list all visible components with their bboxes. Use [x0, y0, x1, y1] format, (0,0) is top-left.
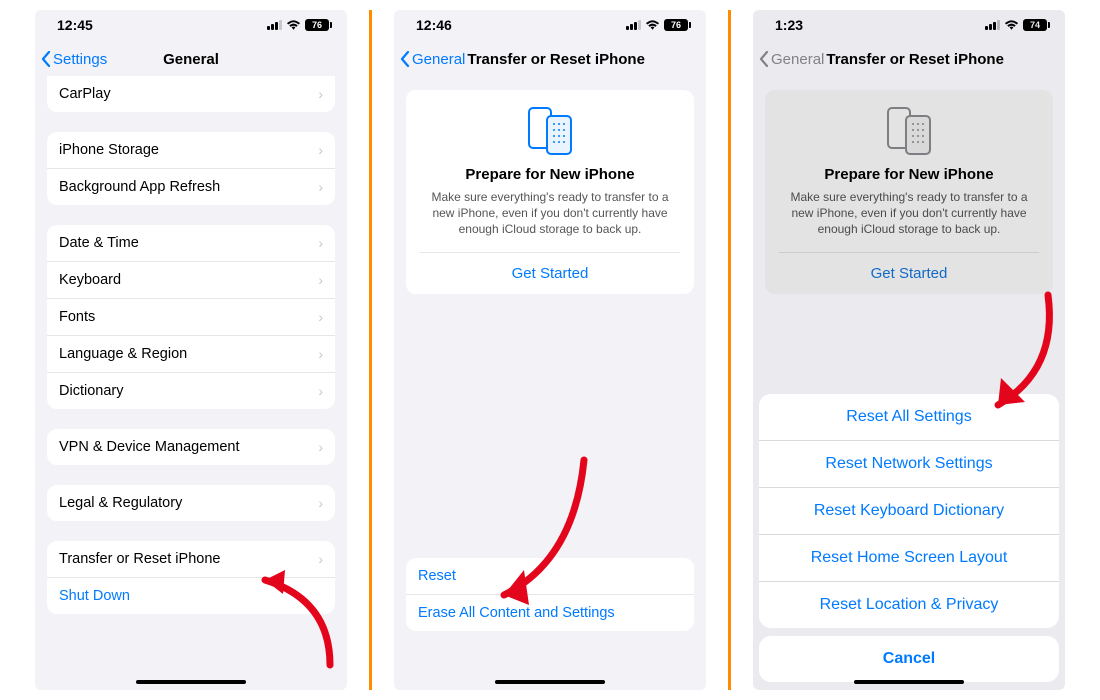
chevron-right-icon: ›	[318, 495, 323, 511]
status-time: 12:45	[57, 17, 93, 33]
back-button: General	[759, 51, 824, 68]
wifi-icon	[645, 19, 660, 31]
nav-bar: General Transfer or Reset iPhone	[753, 38, 1065, 80]
option-reset-home-screen-layout[interactable]: Reset Home Screen Layout	[759, 535, 1059, 582]
screen-general-settings: 12:45 76 Settings General CarPlay› iPhon…	[35, 10, 347, 690]
group-legal: Legal & Regulatory›	[47, 485, 335, 521]
group-reset: Transfer or Reset iPhone› Shut Down	[47, 541, 335, 614]
action-sheet-options: Reset All Settings Reset Network Setting…	[759, 394, 1059, 628]
chevron-right-icon: ›	[318, 346, 323, 362]
row-reset[interactable]: Reset	[406, 558, 694, 595]
action-sheet: Reset All Settings Reset Network Setting…	[759, 394, 1059, 682]
group-localization: Date & Time› Keyboard› Fonts› Language &…	[47, 225, 335, 409]
chevron-right-icon: ›	[318, 383, 323, 399]
prepare-illustration-icon	[779, 106, 1039, 156]
card-body: Make sure everything's ready to transfer…	[779, 189, 1039, 238]
chevron-left-icon	[400, 51, 410, 67]
row-iphone-storage[interactable]: iPhone Storage›	[47, 132, 335, 169]
row-erase-all[interactable]: Erase All Content and Settings	[406, 595, 694, 631]
get-started-button[interactable]: Get Started	[420, 252, 680, 294]
chevron-right-icon: ›	[318, 235, 323, 251]
chevron-right-icon: ›	[318, 309, 323, 325]
nav-title: Transfer or Reset iPhone	[824, 51, 1004, 68]
cellular-signal-icon	[625, 20, 641, 30]
back-button[interactable]: Settings	[41, 51, 107, 68]
row-shut-down[interactable]: Shut Down	[47, 578, 335, 614]
option-reset-all-settings[interactable]: Reset All Settings	[759, 394, 1059, 441]
back-label: General	[771, 51, 824, 68]
status-bar: 12:45 76	[35, 10, 347, 38]
group-vpn: VPN & Device Management›	[47, 429, 335, 465]
back-button[interactable]: General	[400, 51, 465, 68]
row-carplay[interactable]: CarPlay›	[47, 76, 335, 112]
row-legal-regulatory[interactable]: Legal & Regulatory›	[47, 485, 335, 521]
option-reset-network-settings[interactable]: Reset Network Settings	[759, 441, 1059, 488]
group-reset-options: Reset Erase All Content and Settings	[406, 558, 694, 631]
chevron-right-icon: ›	[318, 439, 323, 455]
dimmed-background: 1:23 74 General Transfer or Reset iPhone…	[753, 10, 1065, 294]
chevron-right-icon: ›	[318, 86, 323, 102]
status-time: 1:23	[775, 17, 803, 33]
home-indicator[interactable]	[136, 680, 246, 684]
status-right: 74	[984, 19, 1047, 31]
back-label: Settings	[53, 51, 107, 68]
cellular-signal-icon	[266, 20, 282, 30]
status-bar: 12:46 76	[394, 10, 706, 38]
battery-icon: 76	[305, 19, 329, 31]
status-right: 76	[625, 19, 688, 31]
option-reset-keyboard-dictionary[interactable]: Reset Keyboard Dictionary	[759, 488, 1059, 535]
status-time: 12:46	[416, 17, 452, 33]
card-title: Prepare for New iPhone	[779, 166, 1039, 183]
wifi-icon	[286, 19, 301, 31]
chevron-right-icon: ›	[318, 551, 323, 567]
row-keyboard[interactable]: Keyboard›	[47, 262, 335, 299]
screenshot-divider	[728, 10, 731, 690]
row-dictionary[interactable]: Dictionary›	[47, 373, 335, 409]
home-indicator[interactable]	[495, 680, 605, 684]
group-storage: iPhone Storage› Background App Refresh›	[47, 132, 335, 205]
screenshot-divider	[369, 10, 372, 690]
nav-title: Transfer or Reset iPhone	[465, 51, 645, 68]
get-started-button: Get Started	[779, 252, 1039, 294]
screen-reset-action-sheet: 1:23 74 General Transfer or Reset iPhone…	[753, 10, 1065, 690]
row-fonts[interactable]: Fonts›	[47, 299, 335, 336]
row-language-region[interactable]: Language & Region›	[47, 336, 335, 373]
card-title: Prepare for New iPhone	[420, 166, 680, 183]
row-date-time[interactable]: Date & Time›	[47, 225, 335, 262]
chevron-left-icon	[41, 51, 51, 67]
option-reset-location-privacy[interactable]: Reset Location & Privacy	[759, 582, 1059, 628]
prepare-card: Prepare for New iPhone Make sure everyth…	[406, 90, 694, 294]
nav-bar: Settings General	[35, 38, 347, 80]
nav-bar: General Transfer or Reset iPhone	[394, 38, 706, 80]
row-transfer-or-reset[interactable]: Transfer or Reset iPhone›	[47, 541, 335, 578]
battery-icon: 74	[1023, 19, 1047, 31]
back-label: General	[412, 51, 465, 68]
screen-transfer-or-reset: 12:46 76 General Transfer or Reset iPhon…	[394, 10, 706, 690]
prepare-card: Prepare for New iPhone Make sure everyth…	[765, 90, 1053, 294]
chevron-right-icon: ›	[318, 142, 323, 158]
status-bar: 1:23 74	[753, 10, 1065, 38]
battery-icon: 76	[664, 19, 688, 31]
prepare-illustration-icon	[420, 106, 680, 156]
chevron-right-icon: ›	[318, 272, 323, 288]
card-body: Make sure everything's ready to transfer…	[420, 189, 680, 238]
cancel-button[interactable]: Cancel	[759, 636, 1059, 682]
chevron-left-icon	[759, 51, 769, 67]
cellular-signal-icon	[984, 20, 1000, 30]
wifi-icon	[1004, 19, 1019, 31]
chevron-right-icon: ›	[318, 179, 323, 195]
row-background-app-refresh[interactable]: Background App Refresh›	[47, 169, 335, 205]
group-carplay: CarPlay›	[47, 76, 335, 112]
row-vpn-device-management[interactable]: VPN & Device Management›	[47, 429, 335, 465]
status-right: 76	[266, 19, 329, 31]
home-indicator[interactable]	[854, 680, 964, 684]
